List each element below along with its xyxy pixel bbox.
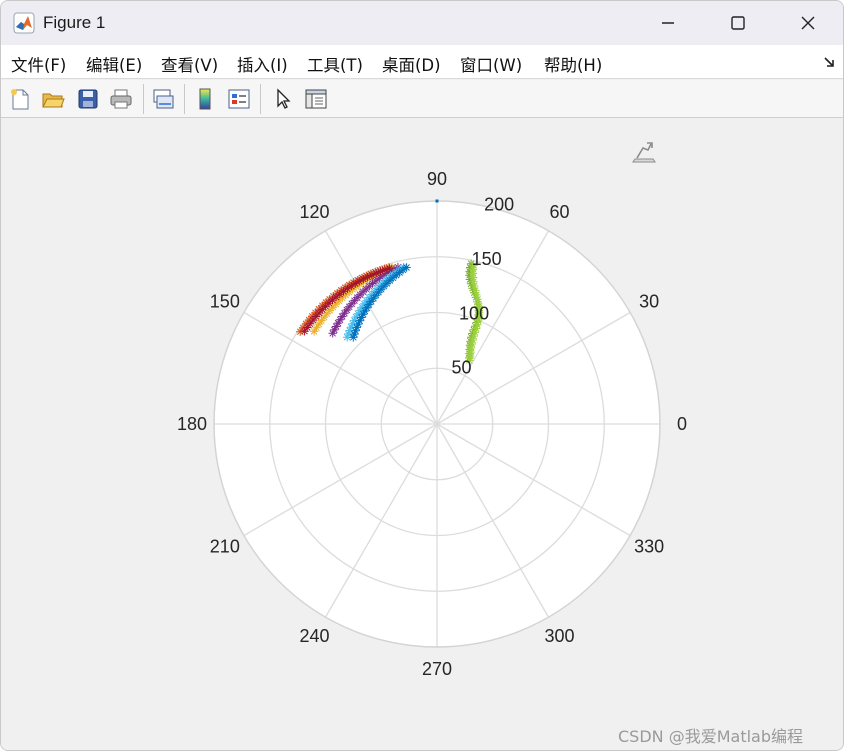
series-marker [402, 263, 411, 272]
save-icon [78, 89, 98, 109]
theta-tick-label: 210 [210, 537, 240, 557]
theta-tick-label: 240 [299, 626, 329, 646]
theta-tick-label: 180 [177, 414, 207, 434]
theta-tick-label: 120 [299, 202, 329, 222]
axes-export-icon[interactable] [631, 139, 659, 165]
theta-tick-label: 270 [422, 659, 452, 679]
legend-icon [228, 89, 250, 109]
save-button[interactable] [74, 85, 102, 113]
theta-tick-label: 150 [210, 292, 240, 312]
polar-plot: 0 30 60 90 120 150 180 210 240 270 300 330 50 100 150 2… [177, 169, 687, 679]
link-plot-icon [153, 89, 174, 109]
figure-window: Figure 1 文件(F) 编辑(E) 查看(V) 插入(I) 工具(T) 桌… [0, 0, 844, 751]
colorbar-icon [199, 88, 211, 110]
figure-toolbar [1, 80, 843, 118]
toolbar-separator [184, 84, 185, 114]
series-marker [385, 264, 394, 273]
dock-arrow-icon[interactable] [823, 55, 837, 69]
theta-tick-label: 30 [639, 292, 659, 312]
theta-tick-label: 330 [634, 537, 664, 557]
legend-button[interactable] [225, 85, 253, 113]
new-figure-icon [11, 89, 29, 110]
open-file-button[interactable] [39, 85, 67, 113]
theta-tick-label: 90 [427, 169, 447, 189]
matlab-icon [13, 12, 35, 34]
menu-view[interactable]: 查看(V) [161, 52, 218, 76]
toolbar-separator [143, 84, 144, 114]
menu-help[interactable]: 帮助(H) [544, 52, 602, 76]
link-plot-button[interactable] [149, 85, 177, 113]
colorbar-button[interactable] [191, 85, 219, 113]
title-bar[interactable]: Figure 1 [1, 1, 843, 45]
menu-desktop[interactable]: 桌面(D) [382, 52, 441, 76]
figure-canvas: 0 30 60 90 120 150 180 210 240 270 300 330 50 100 150 2… [1, 119, 843, 750]
r-tick-label: 200 [484, 195, 514, 215]
r-tick-label: 100 [459, 303, 489, 323]
toolbar-separator [260, 84, 261, 114]
property-inspector-icon [305, 89, 327, 109]
menu-window[interactable]: 窗口(W) [460, 52, 522, 76]
maximize-button[interactable] [703, 1, 773, 45]
pointer-icon [277, 88, 291, 109]
menu-file[interactable]: 文件(F) [11, 52, 66, 76]
close-icon [801, 16, 815, 30]
axis-marker [435, 199, 439, 203]
close-button[interactable] [773, 1, 843, 45]
new-figure-button[interactable] [6, 85, 34, 113]
menu-tools[interactable]: 工具(T) [307, 52, 363, 76]
theta-tick-label: 0 [677, 414, 687, 434]
window-title: Figure 1 [43, 13, 106, 32]
r-tick-label: 150 [472, 249, 502, 269]
menu-bar: 文件(F) 编辑(E) 查看(V) 插入(I) 工具(T) 桌面(D) 窗口(W… [1, 45, 843, 79]
print-icon [110, 89, 132, 109]
property-inspector-button[interactable] [302, 85, 330, 113]
pointer-button[interactable] [269, 85, 297, 113]
menu-insert[interactable]: 插入(I) [237, 52, 288, 76]
r-tick-label: 50 [452, 358, 472, 378]
print-button[interactable] [107, 85, 135, 113]
menu-edit[interactable]: 编辑(E) [86, 52, 142, 76]
minimize-button[interactable] [633, 1, 703, 45]
theta-tick-label: 300 [544, 626, 574, 646]
maximize-icon [731, 16, 745, 30]
minimize-icon [662, 22, 674, 24]
watermark-text: CSDN @我爱Matlab编程 [618, 727, 803, 746]
theta-tick-label: 60 [549, 202, 569, 222]
open-file-icon [42, 93, 65, 108]
